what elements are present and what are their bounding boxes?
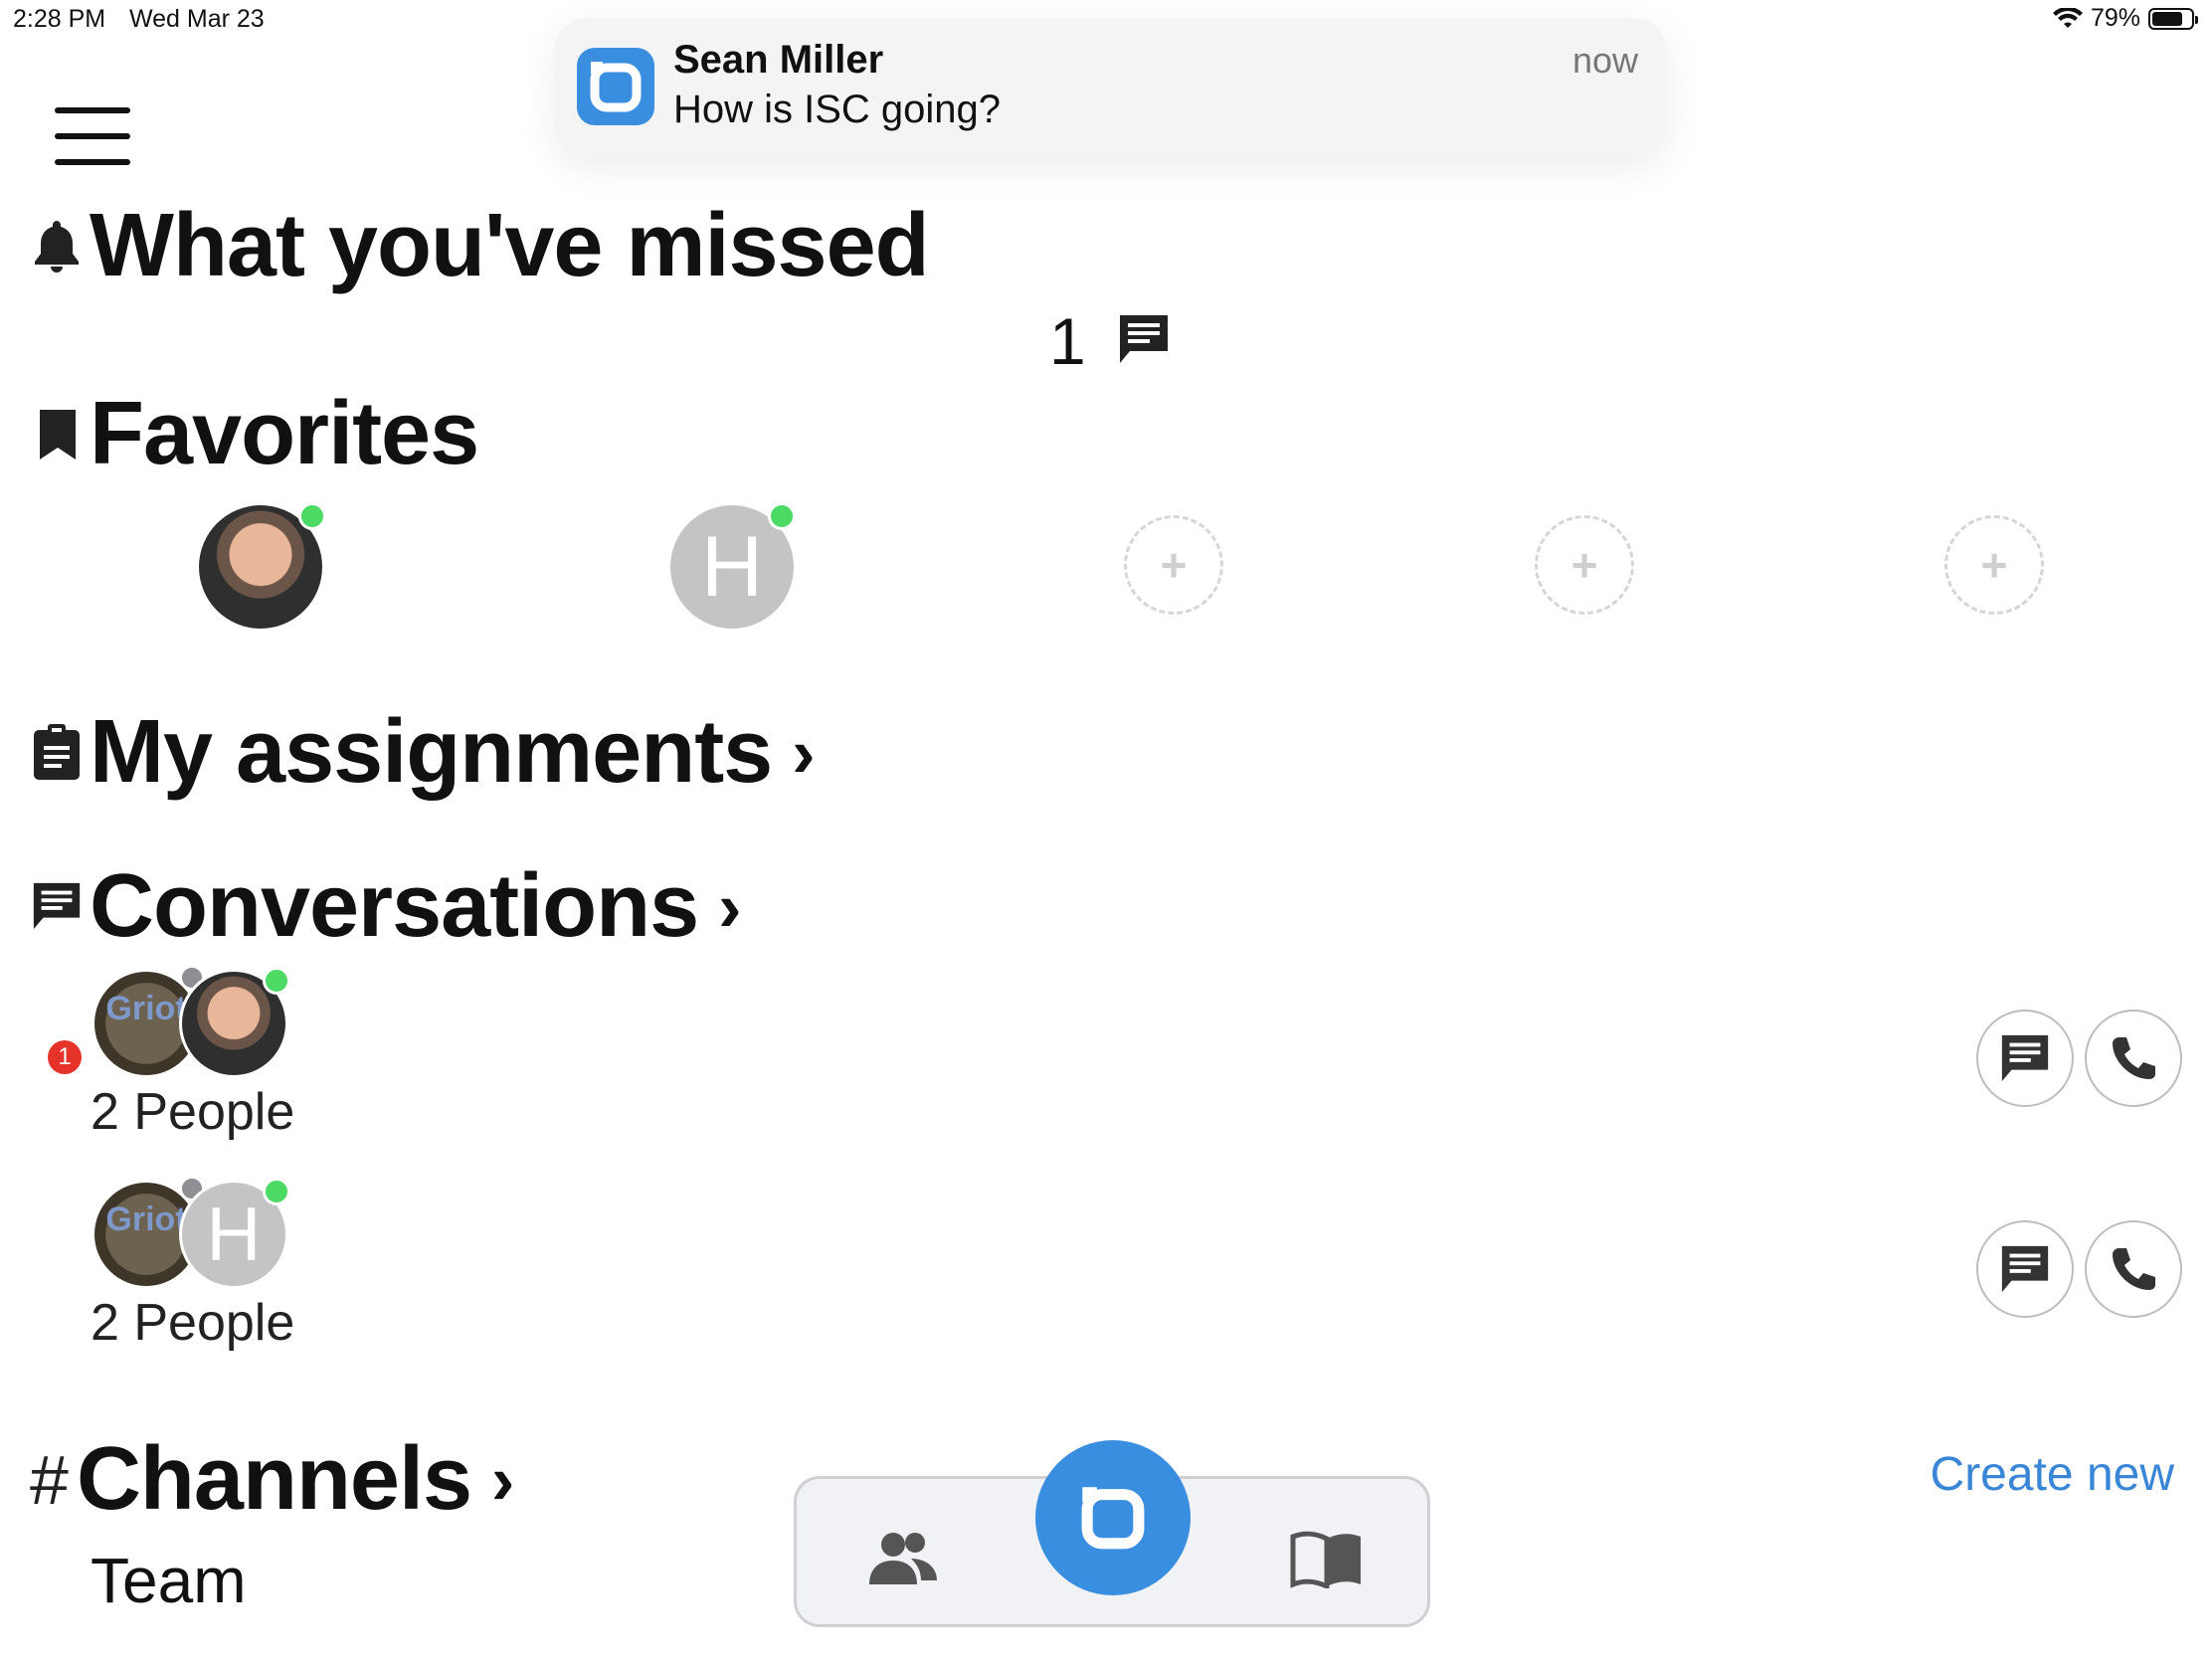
app-logo-icon (1081, 1487, 1145, 1550)
call-button[interactable] (2085, 1010, 2182, 1107)
conversation-item[interactable]: Griot H 2 People (0, 1176, 2212, 1365)
message-icon (2001, 1034, 2049, 1082)
assignments-title: My assignments (90, 702, 773, 802)
call-button[interactable] (2085, 1220, 2182, 1318)
channels-header[interactable]: # Channels › (30, 1428, 514, 1531)
channel-item-team[interactable]: Team (91, 1544, 247, 1617)
message-icon (33, 882, 81, 930)
book-icon[interactable] (1289, 1531, 1365, 1588)
message-button[interactable] (1976, 1220, 2074, 1318)
clipboard-icon (34, 724, 80, 780)
favorites-title: Favorites (90, 384, 479, 483)
wifi-icon (2052, 7, 2083, 28)
hash-icon: # (30, 1440, 69, 1519)
chevron-right-icon: › (792, 713, 816, 792)
conversation-label: 2 People (91, 1083, 295, 1141)
bookmark-icon (40, 410, 76, 460)
online-status-dot (768, 502, 796, 530)
message-icon (2001, 1245, 2049, 1293)
conversation-item[interactable]: 1 Griot 2 People (0, 965, 2212, 1154)
add-favorite-button[interactable]: + (1124, 515, 1223, 615)
notification-title: Sean Miller (673, 38, 884, 82)
status-right: 79% (2052, 4, 2198, 33)
chevron-right-icon: › (491, 1440, 515, 1519)
status-time: 2:28 PM (13, 5, 106, 33)
menu-icon[interactable] (55, 107, 130, 165)
app-logo-button[interactable] (1035, 1440, 1191, 1595)
phone-icon (2113, 1248, 2155, 1290)
assignments-header[interactable]: My assignments › (90, 701, 816, 804)
notification-body: How is ISC going? (673, 88, 1002, 131)
chevron-right-icon: › (718, 867, 742, 946)
message-button[interactable] (1976, 1010, 2074, 1107)
channels-title: Channels (76, 1429, 472, 1529)
battery-icon (2148, 7, 2198, 30)
unread-badge: 1 (48, 1040, 82, 1074)
bell-icon (35, 221, 79, 273)
status-date: Wed Mar 23 (129, 5, 265, 33)
create-new-channel-link[interactable]: Create new (1931, 1447, 2174, 1502)
online-status-dot (298, 502, 326, 530)
missed-count: 1 (1049, 304, 1086, 378)
online-status-dot (263, 1178, 290, 1205)
add-favorite-button[interactable]: + (1535, 515, 1634, 615)
people-icon[interactable] (865, 1529, 941, 1588)
conversations-title: Conversations (90, 856, 699, 956)
battery-percent: 79% (2090, 4, 2140, 32)
online-status-dot (263, 967, 290, 995)
missed-title: What you've missed (90, 196, 930, 295)
phone-icon (2113, 1037, 2155, 1079)
app-logo-icon (577, 48, 654, 125)
add-favorite-button[interactable]: + (1944, 515, 2044, 615)
conversations-header[interactable]: Conversations › (90, 855, 741, 958)
notification-time: now (1571, 40, 1638, 81)
notification-banner[interactable]: Sean Miller How is ISC going? now (555, 18, 1666, 157)
conversation-label: 2 People (91, 1294, 295, 1352)
message-icon[interactable] (1116, 311, 1172, 367)
